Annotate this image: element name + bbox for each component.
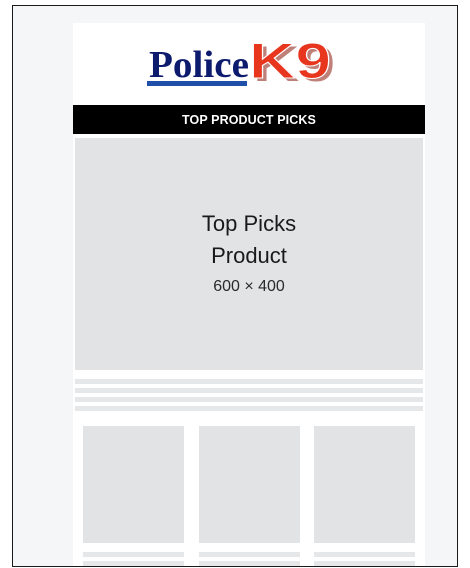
product-card-text-line xyxy=(199,561,300,566)
product-card-text-line xyxy=(199,552,300,557)
hero-dimensions: 600 × 400 xyxy=(213,278,285,295)
product-card-text-line xyxy=(314,552,415,557)
product-card-text-line xyxy=(314,561,415,566)
banner-title: TOP PRODUCT PICKS xyxy=(182,112,316,127)
section-banner: TOP PRODUCT PICKS xyxy=(73,105,425,134)
hero-line-2: Product xyxy=(211,243,287,268)
text-placeholder-line xyxy=(75,406,423,411)
logo-police-text: Police xyxy=(149,44,249,86)
text-placeholder-line xyxy=(75,388,423,393)
text-placeholder-block xyxy=(75,379,423,415)
logo-k9-text: K9 xyxy=(249,33,331,89)
text-placeholder-line xyxy=(75,379,423,384)
email-preview-frame: Police K9 K9 TOP PRODUCT PICKS Top Picks… xyxy=(12,5,458,567)
logo-header: Police K9 K9 xyxy=(73,23,425,105)
hero-image-placeholder[interactable]: Top Picks Product 600 × 400 xyxy=(75,138,423,370)
product-card-image-3[interactable] xyxy=(314,426,415,543)
product-card-image-2[interactable] xyxy=(199,426,300,543)
text-placeholder-line xyxy=(75,397,423,402)
hero-line-1: Top Picks xyxy=(201,211,297,236)
police-k9-logo[interactable]: Police K9 K9 xyxy=(141,31,341,101)
email-body: Police K9 K9 TOP PRODUCT PICKS Top Picks… xyxy=(73,23,425,566)
product-card-text-line xyxy=(83,561,184,566)
product-card-text-line xyxy=(83,552,184,557)
product-card-image-1[interactable] xyxy=(83,426,184,543)
